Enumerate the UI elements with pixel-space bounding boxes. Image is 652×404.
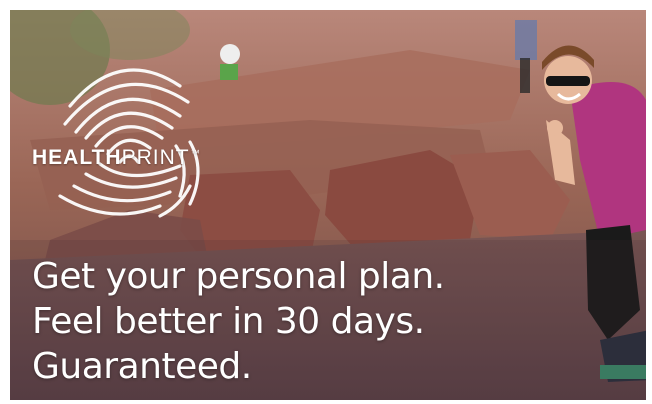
ad-headline: Get your personal plan. Feel better in 3…: [32, 254, 445, 389]
banner-ad[interactable]: HEALTHPRINT™ Get your personal plan. Fee…: [10, 10, 646, 400]
headline-line-1: Get your personal plan.: [32, 256, 445, 297]
brand-name-bold: HEALTH: [32, 146, 122, 169]
headline-line-3: Guaranteed.: [32, 346, 252, 387]
brand-name-light: PRINT: [121, 146, 190, 169]
fingerprint-icon: [58, 68, 200, 218]
headline-line-2: Feel better in 30 days.: [32, 301, 425, 342]
trademark-symbol: ™: [190, 148, 201, 158]
brand-logo: HEALTHPRINT™: [32, 146, 201, 170]
